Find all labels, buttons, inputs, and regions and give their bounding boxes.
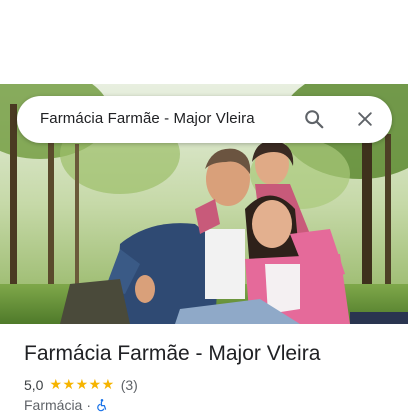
close-icon[interactable] <box>355 109 375 129</box>
category-row: Farmácia · <box>24 397 109 413</box>
rating-value: 5,0 <box>24 376 44 393</box>
place-title: Farmácia Farmãe - Major Vleira <box>24 342 321 365</box>
wheelchair-icon <box>97 399 107 412</box>
search-bar[interactable]: Farmácia Farmãe - Major Vleira <box>17 96 392 143</box>
search-icon[interactable] <box>303 108 325 130</box>
review-count[interactable]: (3) <box>121 377 138 393</box>
rating-row[interactable]: 5,0 ★★★★★ (3) <box>24 376 138 393</box>
search-input[interactable]: Farmácia Farmãe - Major Vleira <box>40 110 255 127</box>
star-rating: ★★★★★ <box>49 376 115 392</box>
separator: · <box>86 397 92 413</box>
place-category: Farmácia <box>24 397 83 413</box>
